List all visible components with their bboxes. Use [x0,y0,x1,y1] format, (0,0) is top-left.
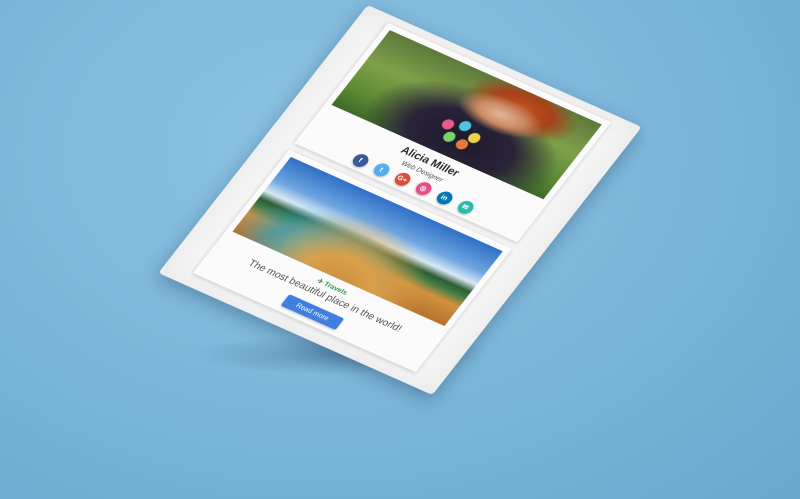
twitter-icon[interactable]: t [370,161,393,179]
pinwheel-bouquet [423,107,501,162]
facebook-icon[interactable]: f [349,151,371,169]
dribbble-icon[interactable]: ◎ [412,179,435,197]
linkedin-icon[interactable]: in [433,189,456,207]
google-plus-icon[interactable]: G+ [391,170,414,188]
mockup-stage: Alicia Miller Web Designer f t G+ ◎ in ✉… [0,0,800,499]
paper-sheet: Alicia Miller Web Designer f t G+ ◎ in ✉… [158,4,642,396]
email-icon[interactable]: ✉ [454,198,477,216]
